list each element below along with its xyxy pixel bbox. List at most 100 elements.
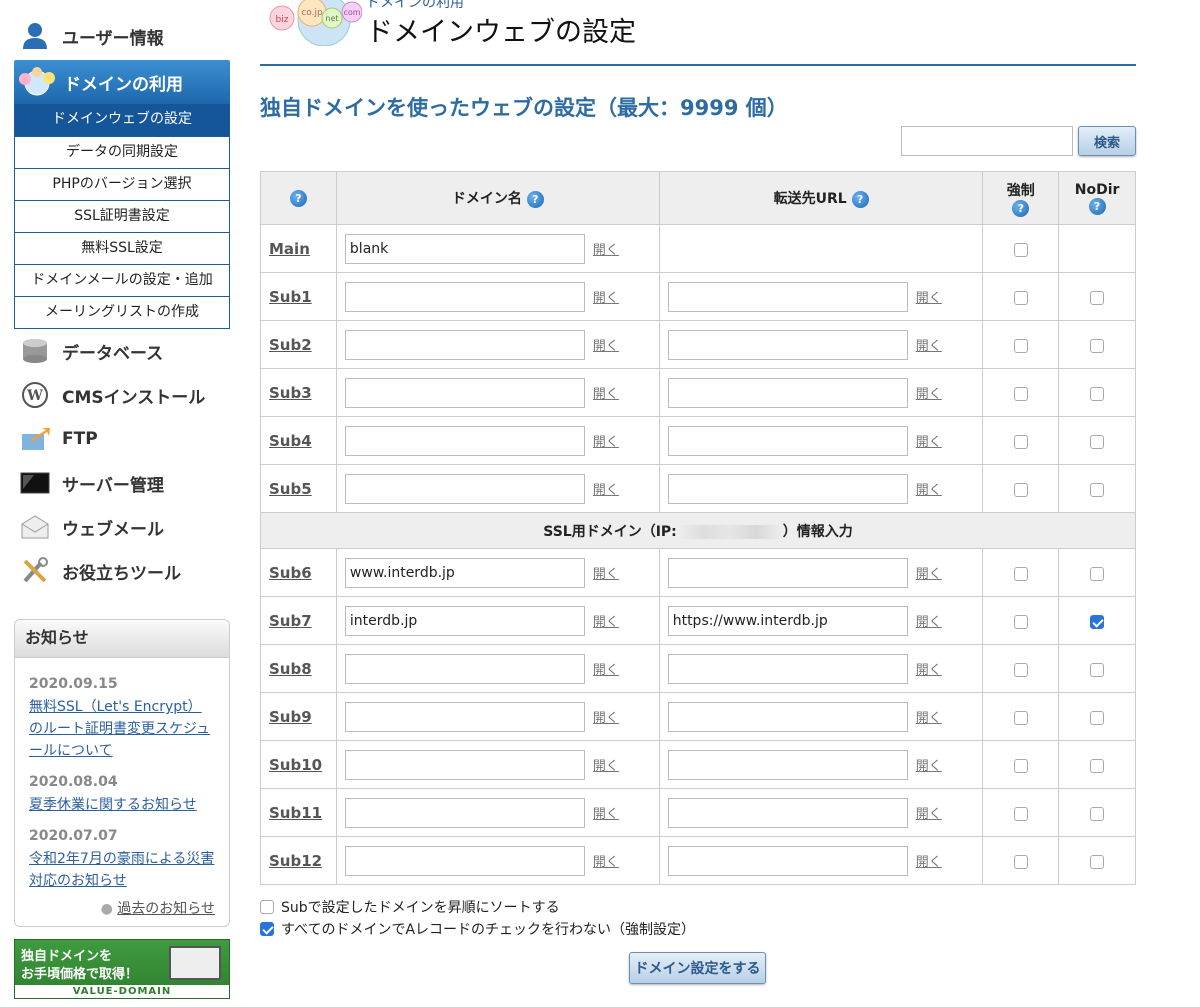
url-input[interactable] — [667, 281, 908, 312]
open-link[interactable]: 開く — [593, 615, 619, 630]
force-checkbox[interactable] — [1013, 854, 1028, 869]
subnav-php-version[interactable]: PHPのバージョン選択 — [15, 168, 229, 200]
sort-checkbox[interactable] — [260, 900, 274, 914]
open-link[interactable]: 開く — [916, 663, 942, 678]
nav-tools[interactable]: お役立ちツール — [14, 549, 230, 593]
force-checkbox[interactable] — [1013, 710, 1028, 725]
domain-input[interactable] — [344, 473, 585, 504]
no-a-check-option[interactable]: すべてのドメインでAレコードのチェックを行わない（強制設定） — [260, 918, 695, 940]
domain-input[interactable] — [344, 281, 585, 312]
nodir-checkbox[interactable] — [1090, 482, 1105, 497]
force-checkbox[interactable] — [1013, 482, 1028, 497]
nodir-checkbox[interactable] — [1090, 338, 1105, 353]
row-label-link[interactable]: Sub11 — [269, 804, 322, 822]
help-icon[interactable]: ? — [289, 189, 307, 207]
subnav-domain-web[interactable]: ドメインウェブの設定 — [15, 104, 229, 136]
nav-cms-install[interactable]: W CMSインストール — [14, 373, 230, 417]
open-link[interactable]: 開く — [916, 567, 942, 582]
news-more-link[interactable]: 過去のお知らせ — [117, 901, 215, 917]
help-icon[interactable]: ? — [526, 190, 544, 208]
nav-server-admin[interactable]: サーバー管理 — [14, 461, 230, 505]
open-link[interactable]: 開く — [916, 759, 942, 774]
url-input[interactable] — [667, 473, 908, 504]
nodir-checkbox[interactable] — [1090, 806, 1105, 821]
open-link[interactable]: 開く — [916, 807, 942, 822]
domain-input[interactable] — [344, 749, 585, 780]
url-input[interactable] — [667, 749, 908, 780]
url-input[interactable] — [667, 653, 908, 684]
open-link[interactable]: 開く — [916, 711, 942, 726]
row-label-link[interactable]: Sub9 — [269, 708, 312, 726]
url-input[interactable] — [667, 377, 908, 408]
nodir-checkbox[interactable] — [1090, 614, 1105, 629]
row-label-link[interactable]: Sub3 — [269, 384, 312, 402]
domain-input[interactable] — [344, 425, 585, 456]
news-link[interactable]: 夏季休業に関するお知らせ — [29, 794, 215, 816]
row-label-link[interactable]: Main — [269, 240, 310, 258]
domain-input[interactable] — [344, 701, 585, 732]
row-label-link[interactable]: Sub2 — [269, 336, 312, 354]
open-link[interactable]: 開く — [593, 435, 619, 450]
domain-input[interactable] — [344, 653, 585, 684]
force-checkbox[interactable] — [1013, 434, 1028, 449]
search-button[interactable]: 検索 — [1078, 126, 1136, 156]
open-link[interactable]: 開く — [593, 291, 619, 306]
row-label-link[interactable]: Sub7 — [269, 612, 312, 630]
nav-database[interactable]: データベース — [14, 329, 230, 373]
row-label-link[interactable]: Sub8 — [269, 660, 312, 678]
nav-webmail[interactable]: ウェブメール — [14, 505, 230, 549]
submit-button[interactable]: ドメイン設定をする — [629, 952, 766, 984]
nav-domain-use[interactable]: ドメインの利用 — [14, 60, 230, 104]
no-a-check-checkbox[interactable] — [260, 922, 274, 936]
domain-input[interactable] — [344, 329, 585, 360]
force-checkbox[interactable] — [1013, 290, 1028, 305]
row-label-link[interactable]: Sub5 — [269, 480, 312, 498]
domain-input[interactable] — [344, 605, 585, 636]
open-link[interactable]: 開く — [916, 387, 942, 402]
open-link[interactable]: 開く — [916, 855, 942, 870]
open-link[interactable]: 開く — [593, 807, 619, 822]
open-link[interactable]: 開く — [916, 339, 942, 354]
row-label-link[interactable]: Sub10 — [269, 756, 322, 774]
nodir-checkbox[interactable] — [1090, 662, 1105, 677]
nodir-checkbox[interactable] — [1090, 290, 1105, 305]
domain-input[interactable] — [344, 845, 585, 876]
domain-input[interactable] — [344, 233, 585, 264]
row-label-link[interactable]: Sub6 — [269, 564, 312, 582]
force-checkbox[interactable] — [1013, 758, 1028, 773]
force-checkbox[interactable] — [1013, 614, 1028, 629]
subnav-ssl-cert[interactable]: SSL証明書設定 — [15, 200, 229, 232]
force-checkbox[interactable] — [1013, 242, 1028, 257]
nodir-checkbox[interactable] — [1090, 434, 1105, 449]
domain-input[interactable] — [344, 797, 585, 828]
domain-input[interactable] — [344, 557, 585, 588]
force-checkbox[interactable] — [1013, 386, 1028, 401]
subnav-mailing-list[interactable]: メーリングリストの作成 — [15, 296, 229, 328]
force-checkbox[interactable] — [1013, 806, 1028, 821]
subnav-data-sync[interactable]: データの同期設定 — [15, 136, 229, 168]
value-domain-banner[interactable]: 独自ドメインを お手頃価格で取得！ VALUE-DOMAIN — [14, 939, 230, 999]
sort-option[interactable]: Subで設定したドメインを昇順にソートする — [260, 896, 695, 918]
row-label-link[interactable]: Sub4 — [269, 432, 312, 450]
help-icon[interactable]: ? — [1012, 199, 1030, 217]
subnav-free-ssl[interactable]: 無料SSL設定 — [15, 232, 229, 264]
news-link[interactable]: 令和2年7月の豪雨による災害対応のお知らせ — [29, 848, 215, 892]
url-input[interactable] — [667, 425, 908, 456]
nodir-checkbox[interactable] — [1090, 710, 1105, 725]
open-link[interactable]: 開く — [593, 483, 619, 498]
news-link[interactable]: 無料SSL（Let's Encrypt）のルート証明書変更スケジュールについて — [29, 696, 215, 762]
row-label-link[interactable]: Sub1 — [269, 288, 312, 306]
force-checkbox[interactable] — [1013, 338, 1028, 353]
force-checkbox[interactable] — [1013, 566, 1028, 581]
open-link[interactable]: 開く — [916, 291, 942, 306]
url-input[interactable] — [667, 329, 908, 360]
force-checkbox[interactable] — [1013, 662, 1028, 677]
open-link[interactable]: 開く — [593, 663, 619, 678]
help-icon[interactable]: ? — [851, 190, 869, 208]
nav-ftp[interactable]: FTP — [14, 417, 230, 461]
open-link[interactable]: 開く — [593, 567, 619, 582]
open-link[interactable]: 開く — [593, 339, 619, 354]
subnav-domain-mail[interactable]: ドメインメールの設定・追加 — [15, 264, 229, 296]
url-input[interactable] — [667, 701, 908, 732]
url-input[interactable] — [667, 797, 908, 828]
